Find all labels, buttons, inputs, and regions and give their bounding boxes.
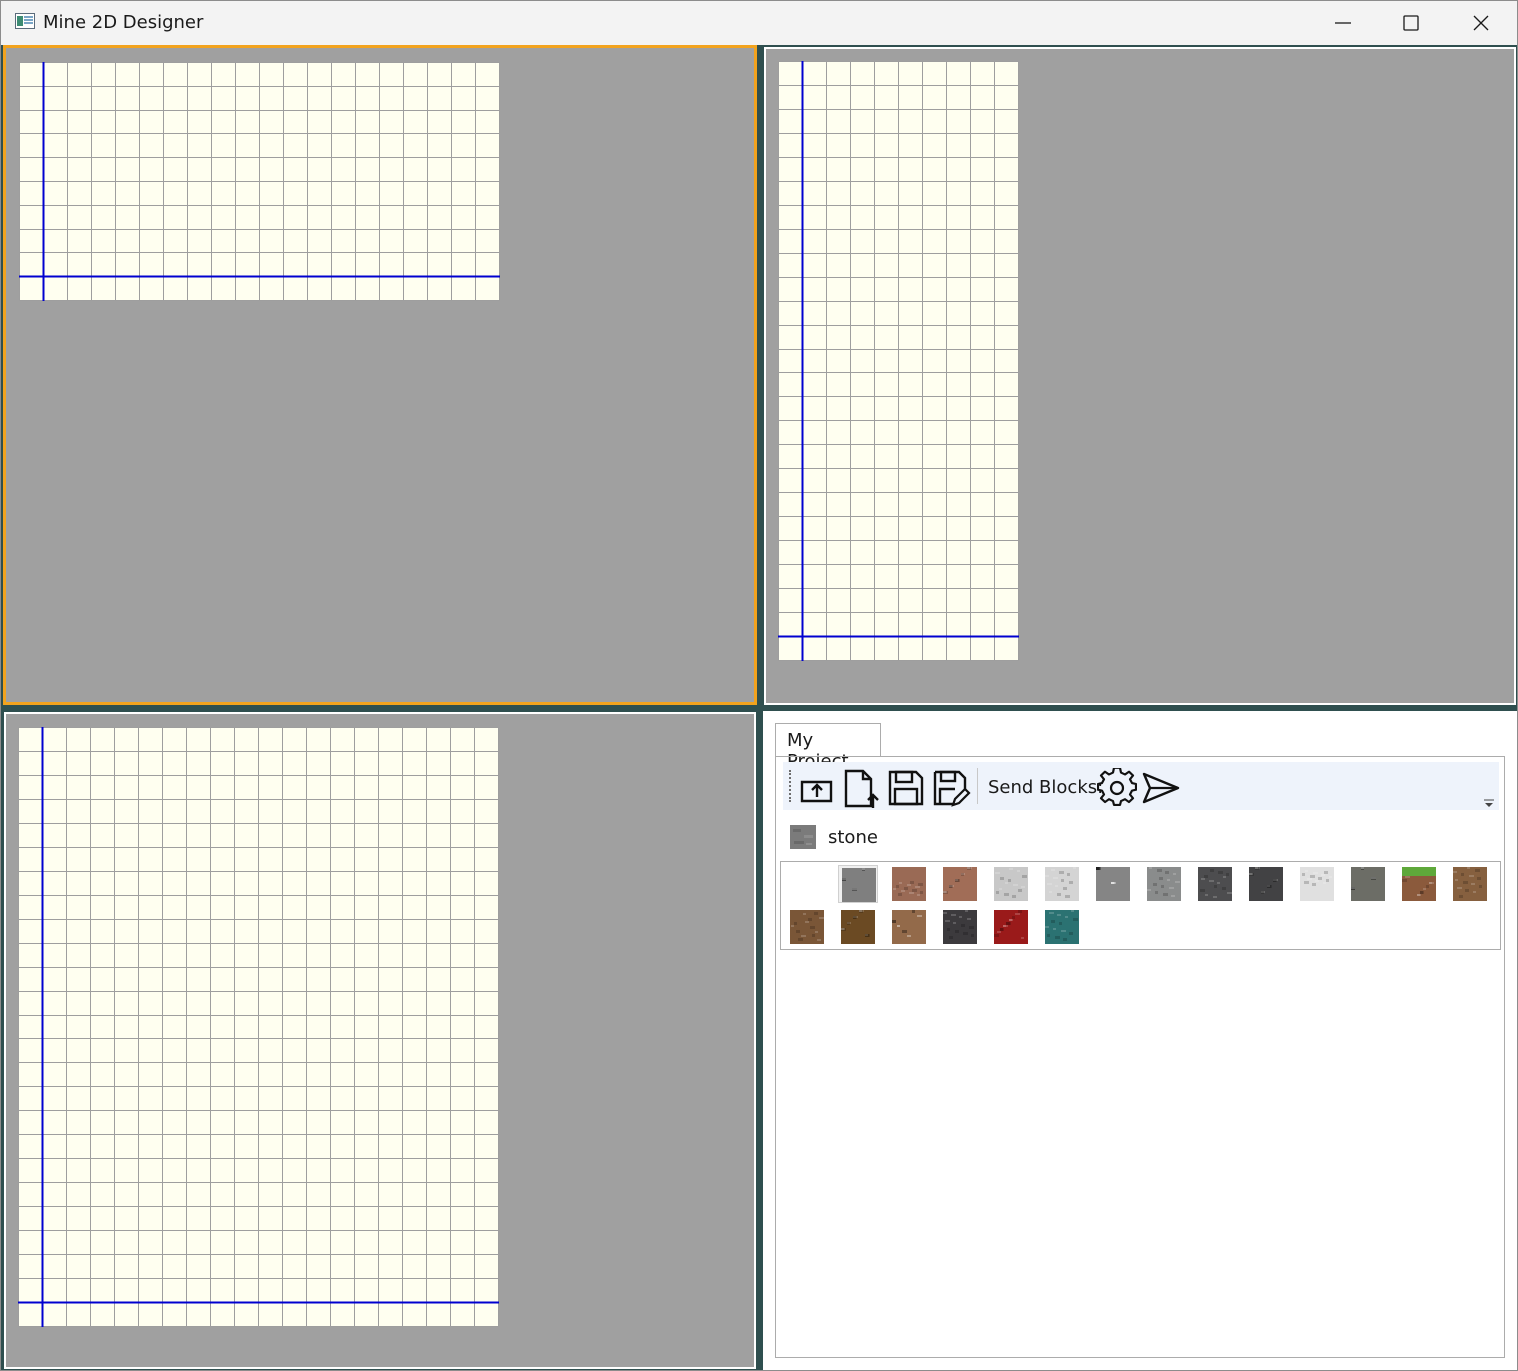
tuff-texture bbox=[1351, 867, 1385, 901]
mud-texture bbox=[943, 910, 977, 944]
close-button[interactable] bbox=[1447, 1, 1515, 45]
open-button[interactable] bbox=[797, 768, 837, 808]
title-bar[interactable]: Mine 2D Designer bbox=[1, 1, 1517, 45]
export-icon bbox=[844, 769, 879, 808]
project-panel: My Project bbox=[763, 711, 1517, 1370]
podzol-texture bbox=[841, 910, 875, 944]
diorite-texture bbox=[994, 867, 1028, 901]
block-empty[interactable] bbox=[787, 865, 827, 903]
granite-texture bbox=[892, 867, 926, 901]
selected-block-label: stone bbox=[828, 827, 878, 848]
block-andesite[interactable] bbox=[1093, 865, 1133, 903]
save-as-button[interactable] bbox=[931, 768, 971, 808]
block-tuff[interactable] bbox=[1348, 865, 1388, 903]
grid-canvas-top-right[interactable] bbox=[778, 61, 1019, 661]
andesite-texture bbox=[1096, 867, 1130, 901]
block-crimson-nylium[interactable] bbox=[991, 908, 1031, 946]
block-grass-block[interactable] bbox=[1399, 865, 1439, 903]
send-icon bbox=[1142, 772, 1180, 804]
window-title: Mine 2D Designer bbox=[43, 12, 204, 33]
block-mud[interactable] bbox=[940, 908, 980, 946]
save-as-icon bbox=[933, 770, 971, 807]
stone-texture bbox=[842, 868, 876, 902]
block-polished-diorite[interactable] bbox=[1042, 865, 1082, 903]
minimize-icon bbox=[1335, 22, 1351, 24]
view-top-left[interactable] bbox=[3, 45, 757, 705]
polished-granite-texture bbox=[943, 867, 977, 901]
coarse-dirt-texture bbox=[790, 910, 824, 944]
polished-diorite-texture bbox=[1045, 867, 1079, 901]
send-button[interactable] bbox=[1141, 768, 1181, 808]
stone-texture bbox=[790, 825, 816, 849]
view-top-right[interactable] bbox=[764, 47, 1516, 705]
block-calcite[interactable] bbox=[1297, 865, 1337, 903]
block-podzol[interactable] bbox=[838, 908, 878, 946]
toolbar-overflow-button[interactable] bbox=[1483, 796, 1495, 808]
open-icon bbox=[800, 780, 833, 803]
settings-button[interactable] bbox=[1096, 766, 1138, 808]
block-coarse-dirt[interactable] bbox=[787, 908, 827, 946]
chevron-down-icon bbox=[1484, 799, 1494, 807]
send-blocks-label: Send Blocks: bbox=[988, 777, 1104, 798]
app-window: Mine 2D Designer My Project bbox=[0, 0, 1518, 1371]
maximize-button[interactable] bbox=[1377, 1, 1445, 45]
client-area: My Project bbox=[1, 45, 1517, 1370]
minimize-button[interactable] bbox=[1309, 1, 1377, 45]
block-rooted-dirt[interactable] bbox=[889, 908, 929, 946]
block-deepslate[interactable] bbox=[1195, 865, 1235, 903]
toolbar-separator bbox=[977, 768, 978, 804]
selected-block-swatch bbox=[790, 825, 816, 849]
crimson-nylium-texture bbox=[994, 910, 1028, 944]
view-bottom-left[interactable] bbox=[4, 712, 756, 1369]
grass-block-texture bbox=[1402, 867, 1436, 901]
export-button[interactable] bbox=[841, 768, 881, 808]
block-warped-nylium[interactable] bbox=[1042, 908, 1082, 946]
block-granite[interactable] bbox=[889, 865, 929, 903]
tab-content: Send Blocks: stone bbox=[775, 756, 1505, 1358]
polished-andesite-texture bbox=[1147, 867, 1181, 901]
block-diorite[interactable] bbox=[991, 865, 1031, 903]
rooted-dirt-texture bbox=[892, 910, 926, 944]
block-stone[interactable] bbox=[838, 865, 878, 903]
grid-canvas-top-left[interactable] bbox=[19, 62, 500, 301]
close-icon bbox=[1473, 15, 1489, 31]
grid-canvas-bottom-left[interactable] bbox=[18, 727, 499, 1327]
block-polished-andesite[interactable] bbox=[1144, 865, 1184, 903]
cobbled-deepslate-texture bbox=[1249, 867, 1283, 901]
block-cobbled-deepslate[interactable] bbox=[1246, 865, 1286, 903]
toolbar-grip[interactable] bbox=[789, 770, 793, 802]
dirt-texture bbox=[1453, 867, 1487, 901]
block-palette bbox=[780, 861, 1501, 950]
calcite-texture bbox=[1300, 867, 1334, 901]
maximize-icon bbox=[1403, 15, 1419, 31]
tab-my-project[interactable]: My Project bbox=[775, 723, 881, 772]
block-polished-granite[interactable] bbox=[940, 865, 980, 903]
settings-gear-icon bbox=[1096, 766, 1138, 806]
app-icon bbox=[15, 13, 35, 29]
deepslate-texture bbox=[1198, 867, 1232, 901]
warped-nylium-texture bbox=[1045, 910, 1079, 944]
toolbar: Send Blocks: bbox=[783, 762, 1499, 810]
save-icon bbox=[888, 770, 924, 806]
save-button[interactable] bbox=[886, 768, 926, 808]
block-dirt[interactable] bbox=[1450, 865, 1490, 903]
